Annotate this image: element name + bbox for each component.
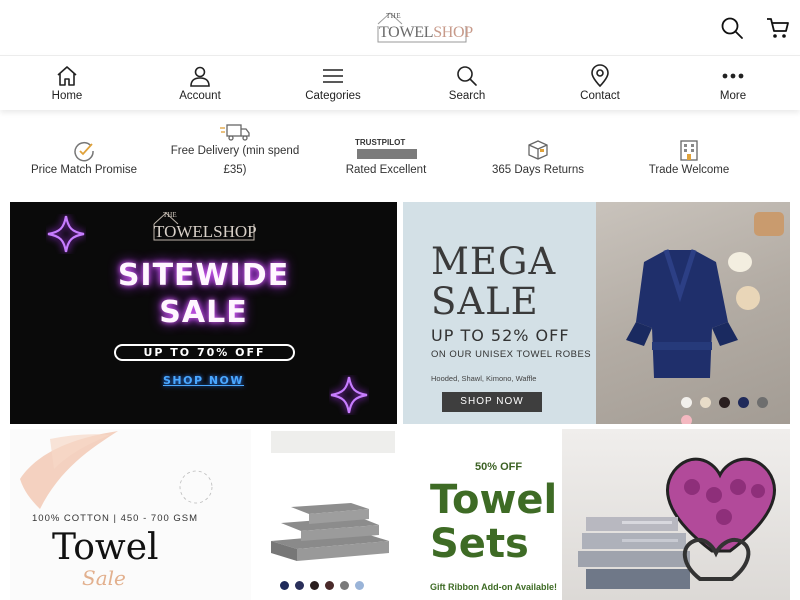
- color-swatch[interactable]: [757, 397, 768, 408]
- nav-item-account[interactable]: Account: [150, 56, 250, 111]
- sale-script: Sale: [82, 566, 126, 590]
- color-swatch[interactable]: [681, 397, 692, 408]
- nav-item-more[interactable]: More: [683, 56, 783, 111]
- trustpilot-logo: TRUSTPILOT: [355, 138, 417, 160]
- towel-stack-photo: [251, 429, 397, 600]
- logo-name-b: SHOP: [433, 24, 473, 41]
- check-circle-icon: [74, 141, 94, 162]
- color-swatch[interactable]: [719, 397, 730, 408]
- usp-trade[interactable]: Trade Welcome: [630, 118, 748, 198]
- sets-title-line1: Towel: [430, 477, 558, 523]
- site-header: THE TOWELSHOP: [0, 0, 800, 55]
- home-icon: [57, 66, 77, 86]
- color-swatch[interactable]: [325, 581, 334, 590]
- sitewide-title: SITEWIDE: [117, 258, 290, 293]
- sitewide-sale-banner[interactable]: THE TOWELSHOP SITEWIDE SALE UP TO 70% OF…: [10, 202, 397, 424]
- offer-pill: UP TO 70% OFF: [114, 344, 295, 361]
- logo-name-text: TOWELSHOP: [379, 24, 473, 42]
- robe-illustration: [626, 212, 784, 378]
- usp-returns[interactable]: 365 Days Returns: [474, 118, 602, 198]
- color-swatch[interactable]: [280, 581, 289, 590]
- shop-now-link[interactable]: SHOP NOW: [10, 374, 397, 387]
- color-swatch[interactable]: [340, 581, 349, 590]
- usp-delivery-line2: £35): [223, 164, 247, 176]
- usp-price-match[interactable]: Price Match Promise: [18, 118, 150, 198]
- logo-the-text: THE: [386, 12, 402, 20]
- usp-free-delivery[interactable]: Free Delivery (min spend £35): [160, 118, 310, 198]
- more-dots-icon: [722, 73, 744, 79]
- towel-photo-top-strip: [271, 431, 395, 453]
- nav-item-contact[interactable]: Contact: [550, 56, 650, 111]
- color-swatch[interactable]: [700, 397, 711, 408]
- robe-photo: [596, 202, 790, 424]
- usp-rated-label: Rated Excellent: [345, 164, 427, 176]
- nav-label-more: More: [719, 90, 747, 102]
- towel-color-swatches: [280, 577, 370, 595]
- mega-shop-now-button[interactable]: SHOP NOW: [442, 392, 542, 412]
- towel-sets-banner[interactable]: 50% OFF Towel Sets Gift Ribbon Add-on Av…: [403, 429, 790, 600]
- robe-color-swatches: [681, 395, 790, 424]
- location-pin-icon: [591, 64, 609, 88]
- banner-logo: THE TOWELSHOP: [152, 210, 257, 242]
- search-icon[interactable]: [720, 16, 744, 40]
- nav-item-search[interactable]: Search: [417, 56, 517, 111]
- towel-sets-photo: [562, 429, 790, 600]
- sale-title: SALE: [159, 295, 248, 330]
- color-swatch[interactable]: [310, 581, 319, 590]
- color-swatch[interactable]: [355, 581, 364, 590]
- color-swatch[interactable]: [681, 415, 692, 424]
- usp-returns-label: 365 Days Returns: [491, 164, 585, 176]
- nav-item-home[interactable]: Home: [17, 56, 117, 111]
- color-swatch[interactable]: [738, 397, 749, 408]
- trustpilot-wordmark: TRUSTPILOT: [355, 138, 406, 147]
- nav-label-home: Home: [51, 90, 83, 102]
- nav-label-search: Search: [448, 90, 486, 102]
- color-swatch[interactable]: [295, 581, 304, 590]
- site-logo[interactable]: THE TOWELSHOP: [376, 10, 473, 44]
- banner-logo-the: THE: [163, 211, 177, 219]
- nav-item-categories[interactable]: Categories: [283, 56, 383, 111]
- bottom-nav-bar: Home Account Categories Search Contact M…: [0, 55, 800, 110]
- search-icon: [457, 66, 477, 86]
- usp-price-match-label: Price Match Promise: [30, 164, 138, 176]
- heart-roses-illustration: [578, 457, 776, 589]
- logo-name-a: TOWEL: [379, 24, 434, 41]
- mega-sale-title: SALE: [431, 280, 539, 323]
- mega-styles: Hooded, Shawl, Kimono, Waffle: [431, 374, 537, 383]
- mega-title: MEGA: [431, 240, 557, 283]
- building-icon: [680, 140, 698, 161]
- mega-sub: ON OUR UNISEX TOWEL ROBES: [431, 349, 592, 360]
- towel-sale-banner[interactable]: 100% COTTON | 450 - 700 GSM Towel Sale: [10, 429, 397, 600]
- cart-icon[interactable]: [766, 16, 790, 40]
- box-icon: [528, 140, 548, 160]
- brush-stroke-decoration: [20, 431, 118, 509]
- user-icon: [190, 66, 210, 87]
- nav-label-categories: Categories: [305, 90, 361, 102]
- mega-offer: UP TO 52% OFF: [431, 326, 570, 345]
- sale-stamp-decoration: [179, 470, 213, 504]
- usp-trustpilot[interactable]: TRUSTPILOT Rated Excellent: [330, 118, 442, 198]
- mega-sale-banner[interactable]: MEGA SALE UP TO 52% OFF ON OUR UNISEX TO…: [403, 202, 790, 424]
- usp-trade-label: Trade Welcome: [648, 164, 730, 176]
- usp-delivery-line1: Free Delivery (min spend: [170, 145, 300, 157]
- nav-label-contact: Contact: [580, 90, 620, 102]
- trustpilot-stars: [357, 149, 417, 159]
- cotton-spec: 100% COTTON | 450 - 700 GSM: [32, 513, 199, 524]
- sets-title-line2: Sets: [430, 521, 529, 567]
- nav-label-account: Account: [179, 90, 221, 102]
- banner-logo-name: TOWELSHOP: [154, 222, 257, 241]
- sets-discount: 50% OFF: [475, 461, 523, 473]
- towel-stack-illustration: [271, 503, 389, 561]
- sparkle-icon: [47, 215, 85, 253]
- menu-icon: [323, 69, 343, 83]
- delivery-truck-icon: [220, 124, 250, 141]
- towel-title: Towel: [52, 527, 159, 568]
- gift-note: Gift Ribbon Add-on Available!: [430, 582, 557, 592]
